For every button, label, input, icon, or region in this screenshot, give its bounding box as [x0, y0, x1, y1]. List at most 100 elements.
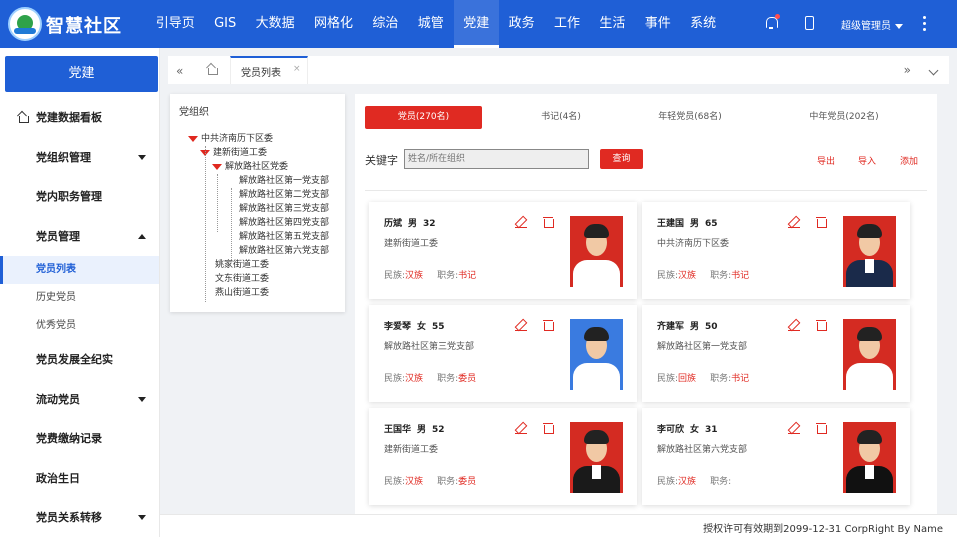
sidebar-subitem[interactable]: 历史党员: [0, 284, 159, 312]
edit-icon[interactable]: [788, 422, 800, 435]
nav-item[interactable]: 工作: [544, 0, 589, 48]
nav-item[interactable]: GIS: [204, 0, 246, 48]
sidebar-item[interactable]: 党费缴纳记录: [0, 419, 159, 459]
member-card[interactable]: 齐建军男 50 解放路社区第一党支部 民族:回族 职务:书记: [642, 305, 910, 402]
sidebar-item[interactable]: 党员关系转移: [0, 498, 159, 537]
nav-item[interactable]: 网格化: [304, 0, 362, 48]
nav-item[interactable]: 党建: [453, 0, 499, 48]
trash-icon[interactable]: [816, 319, 827, 331]
nav-item[interactable]: 城管: [408, 0, 453, 48]
edit-icon[interactable]: [788, 319, 800, 332]
nav-item[interactable]: 系统: [680, 0, 725, 48]
category-tab[interactable]: 党员(270名): [365, 106, 482, 129]
tree-node[interactable]: 解放路社区第五党支部: [170, 230, 345, 244]
category-tab[interactable]: 书记(4名): [491, 106, 631, 129]
edit-icon[interactable]: [515, 216, 527, 229]
member-card[interactable]: 历斌男 32 建新街道工委 民族:汉族 职务:书记: [369, 202, 637, 299]
member-ethnicity: 汉族: [405, 477, 424, 487]
nav-item[interactable]: 大数据: [246, 0, 304, 48]
caret-up-icon: [138, 233, 146, 239]
sidebar-subitem[interactable]: 优秀党员: [0, 312, 159, 340]
photo-hair: [857, 224, 882, 238]
photo-hair: [584, 327, 609, 341]
search-input[interactable]: [404, 149, 589, 169]
member-position: 委员: [458, 374, 477, 384]
caret-down-icon: [138, 154, 146, 160]
trash-icon[interactable]: [816, 216, 827, 228]
member-name-line: 历斌男 32: [384, 216, 436, 229]
sidebar-subitem[interactable]: 党员列表: [0, 256, 159, 284]
sidebar-item[interactable]: 党员管理: [0, 217, 159, 257]
member-org: 建新街道工委: [384, 239, 439, 249]
search-button[interactable]: 查询: [600, 149, 643, 169]
nav-item[interactable]: 引导页: [146, 0, 204, 48]
category-tab[interactable]: 年轻党员(68名): [625, 106, 755, 129]
member-photo: [570, 422, 623, 493]
category-tab[interactable]: 中年党员(202名): [769, 106, 919, 129]
member-age: 32: [423, 219, 436, 229]
tree-node[interactable]: 解放路社区第六党支部: [170, 244, 345, 258]
caret-down-icon[interactable]: [212, 164, 222, 170]
user-name: 超级管理员: [841, 21, 891, 32]
action-link[interactable]: 添加: [900, 154, 918, 167]
sidebar-item[interactable]: 党组织管理: [0, 138, 159, 178]
edit-icon[interactable]: [515, 422, 527, 435]
photo-body: [846, 363, 893, 390]
trash-icon[interactable]: [816, 422, 827, 434]
tabs-next-button[interactable]: »: [904, 63, 911, 77]
tree-node[interactable]: 解放路社区第四党支部: [170, 216, 345, 230]
member-card[interactable]: 李可欣女 31 解放路社区第六党支部 民族:汉族 职务:: [642, 408, 910, 505]
tree-node[interactable]: 解放路社区党委: [170, 160, 345, 174]
edit-icon[interactable]: [515, 319, 527, 332]
sidebar-item[interactable]: 党员发展全纪实: [0, 340, 159, 380]
action-link[interactable]: 导入: [858, 154, 876, 167]
tree-node[interactable]: 中共济南历下区委: [170, 132, 345, 146]
chevron-down-icon[interactable]: [928, 65, 939, 76]
tree-node-label: 文东街道工委: [215, 274, 270, 284]
nav-item[interactable]: 政务: [499, 0, 544, 48]
more-vertical-icon[interactable]: [923, 16, 927, 32]
member-name-line: 王建国男 65: [657, 216, 718, 229]
mobile-icon[interactable]: [805, 16, 814, 30]
tree-node[interactable]: 燕山街道工委: [170, 286, 345, 300]
user-menu[interactable]: 超级管理员: [841, 17, 903, 32]
tree-node[interactable]: 文东街道工委: [170, 272, 345, 286]
org-tree: 中共济南历下区委建新街道工委 解放路社区党委 解放路社区第一党支部 解放路社区第二党支…: [170, 132, 345, 302]
photo-body: [573, 260, 620, 287]
nav-item[interactable]: 综治: [363, 0, 408, 48]
tree-node[interactable]: 解放路社区第二党支部: [170, 188, 345, 202]
caret-down-icon[interactable]: [188, 136, 198, 142]
close-icon[interactable]: ×: [293, 64, 301, 74]
nav-item[interactable]: 生活: [590, 0, 635, 48]
ethnicity-label: 民族:: [384, 374, 406, 384]
tree-node[interactable]: 解放路社区第三党支部: [170, 202, 345, 216]
tabs-prev-button[interactable]: «: [176, 64, 183, 78]
member-org: 中共济南历下区委: [657, 239, 730, 249]
trash-icon[interactable]: [543, 422, 554, 434]
sidebar-item-label: 党员管理: [36, 229, 80, 243]
position-label: 职务:: [710, 271, 732, 281]
sidebar-item[interactable]: 流动党员: [0, 380, 159, 420]
trash-icon[interactable]: [543, 216, 554, 228]
member-gender: 女: [690, 425, 700, 435]
member-card[interactable]: 王国华男 52 建新街道工委 民族:汉族 职务:委员: [369, 408, 637, 505]
home-tab-icon[interactable]: [206, 63, 218, 75]
member-card[interactable]: 李爱琴女 55 解放路社区第三党支部 民族:汉族 职务:委员: [369, 305, 637, 402]
tree-node-label: 中共济南历下区委: [201, 134, 274, 144]
trash-icon[interactable]: [543, 319, 554, 331]
sidebar-item[interactable]: 政治生日: [0, 459, 159, 499]
sidebar-item[interactable]: 党内职务管理: [0, 177, 159, 217]
nav-item[interactable]: 事件: [635, 0, 680, 48]
tree-guide-line: [205, 146, 206, 302]
action-link[interactable]: 导出: [817, 154, 835, 167]
member-card[interactable]: 王建国男 65 中共济南历下区委 民族:汉族 职务:书记: [642, 202, 910, 299]
member-photo: [843, 216, 896, 287]
tree-node[interactable]: 建新街道工委: [170, 146, 345, 160]
tree-node[interactable]: 解放路社区第一党支部: [170, 174, 345, 188]
sidebar-item[interactable]: 党建数据看板: [0, 98, 159, 138]
tab-member-list[interactable]: 党员列表 ×: [230, 56, 308, 84]
member-age: 52: [432, 425, 445, 435]
tree-node[interactable]: 姚家街道工委: [170, 258, 345, 272]
photo-hair: [857, 430, 882, 444]
edit-icon[interactable]: [788, 216, 800, 229]
